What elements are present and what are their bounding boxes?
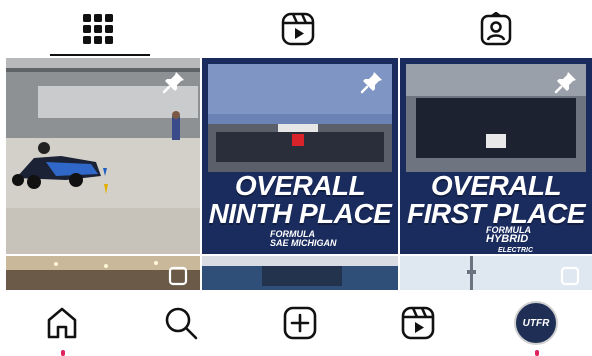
- nav-create[interactable]: [270, 298, 330, 348]
- tagged-icon: [480, 12, 512, 46]
- multi-post-icon: [560, 266, 580, 286]
- avatar: UTFR: [514, 301, 558, 345]
- pin-icon: [162, 72, 184, 94]
- reels-icon: [281, 12, 315, 46]
- reels-icon: [401, 306, 435, 340]
- post-thumbnail[interactable]: [400, 256, 592, 290]
- nav-reels[interactable]: [388, 298, 448, 348]
- profile-tabs: [0, 0, 592, 58]
- badge-line3: ELECTRIC: [498, 247, 533, 254]
- post-thumbnail[interactable]: [6, 58, 200, 254]
- home-icon: [47, 307, 77, 339]
- search-icon: [165, 307, 198, 340]
- posts-grid: OVERALL NINTH PLACE FORMULA SAE MICHIGAN…: [0, 58, 592, 290]
- nav-search[interactable]: [151, 298, 211, 348]
- venue-photo: [202, 256, 398, 290]
- nav-home[interactable]: [32, 298, 92, 356]
- notification-dot: [61, 350, 65, 356]
- tab-reels[interactable]: [200, 0, 396, 58]
- tab-posts[interactable]: [0, 0, 196, 58]
- avatar-text: UTFR: [522, 317, 550, 329]
- post-thumbnail[interactable]: OVERALL FIRST PLACE FORMULA HYBRID ELECT…: [400, 58, 592, 254]
- post-thumbnail[interactable]: [6, 256, 200, 290]
- multi-post-icon: [168, 266, 188, 286]
- bottom-nav-bar: UTFR: [0, 290, 592, 356]
- pin-icon: [554, 72, 576, 94]
- post-thumbnail[interactable]: OVERALL NINTH PLACE FORMULA SAE MICHIGAN: [202, 58, 398, 254]
- badge-line2: HYBRID: [486, 233, 529, 245]
- create-icon: [283, 306, 317, 340]
- grid-icon: [83, 14, 113, 44]
- notification-dot: [535, 350, 539, 356]
- nav-profile[interactable]: UTFR: [506, 298, 566, 356]
- pin-icon: [360, 72, 382, 94]
- tab-tagged[interactable]: [398, 0, 592, 58]
- post-thumbnail[interactable]: [202, 256, 398, 290]
- badge-line2: SAE MICHIGAN: [270, 238, 337, 248]
- headline-line2: NINTH PLACE: [208, 198, 392, 229]
